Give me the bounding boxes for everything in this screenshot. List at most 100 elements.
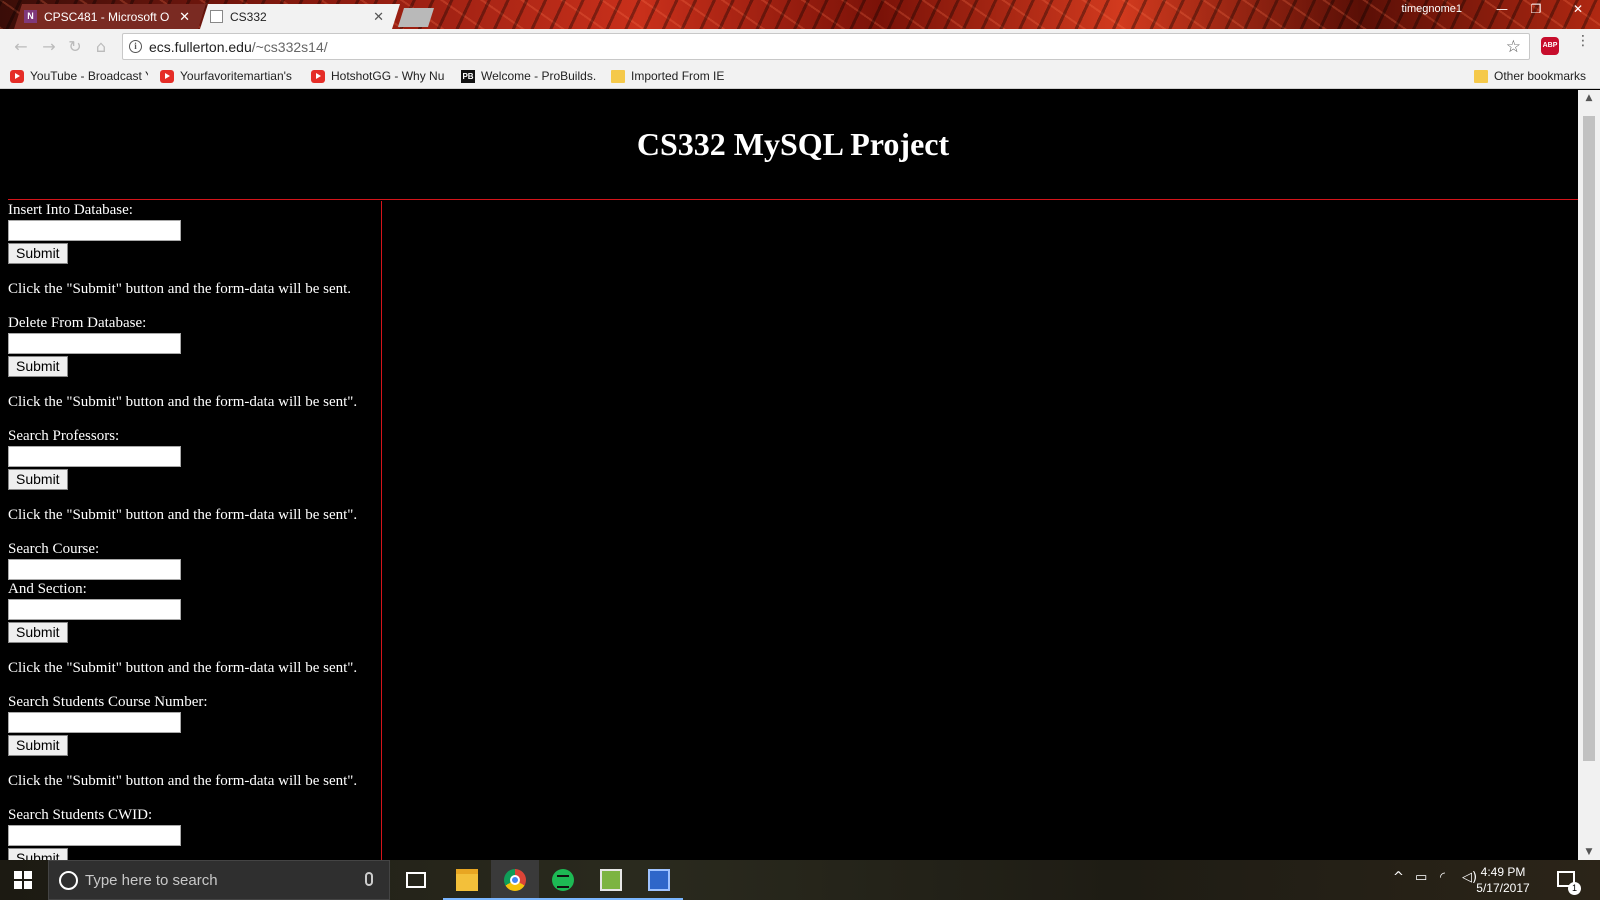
scroll-down-icon[interactable]: ▼ [1578,844,1600,860]
taskbar-chrome[interactable] [491,860,539,900]
bookmark-hotshotgg[interactable]: HotshotGG - Why Nu [311,69,447,85]
menu-icon[interactable]: ⋮ [1576,34,1590,54]
insert-note: Click the "Submit" button and the form-d… [8,281,352,297]
bookmark-label: Yourfavoritemartian's [180,69,292,83]
tab-label: CPSC481 - Microsoft O [44,10,170,24]
url-text[interactable]: ecs.fullerton.edu/~cs332s14/ [149,39,328,55]
taskbar-file-explorer[interactable] [443,860,491,900]
bookmark-label: HotshotGG - Why Nu [331,69,445,83]
cortana-icon [59,871,78,890]
address-bar[interactable]: i ecs.fullerton.edu/~cs332s14/ ☆ [122,33,1530,60]
tab-onenote[interactable]: N CPSC481 - Microsoft O ✕ [14,4,206,29]
search-course-input[interactable] [8,559,181,580]
search-professors-input[interactable] [8,446,181,467]
taskbar-notepad[interactable] [587,860,635,900]
search-professors-submit-button[interactable]: Submit [8,469,68,490]
youtube-icon [10,70,24,83]
delete-form: Delete From Database: Submit Click the "… [8,314,381,411]
bookmark-imported-from-ie[interactable]: Imported From IE [611,69,741,85]
folder-icon [611,70,625,83]
section-input[interactable] [8,599,181,620]
search-professors-label: Search Professors: [8,428,120,444]
close-icon[interactable]: ✕ [179,9,190,25]
onenote-icon: N [24,10,37,23]
insert-input[interactable] [8,220,181,241]
windows-start-icon[interactable] [14,871,32,889]
taskbar-spotify[interactable] [539,860,587,900]
scroll-up-icon[interactable]: ▲ [1578,90,1600,106]
bookmark-label: Other bookmarks [1494,69,1587,83]
search-course-note: Click the "Submit" button and the form-d… [8,660,358,676]
delete-input[interactable] [8,333,181,354]
browser-toolbar: ← → ↻ ⌂ i ecs.fullerton.edu/~cs332s14/ ☆… [0,29,1600,65]
bookmark-probuilds[interactable]: PB Welcome - ProBuilds. [461,69,597,85]
microphone-icon[interactable] [365,872,373,886]
bookmarks-bar: YouTube - Broadcast Y Yourfavoritemartia… [0,65,1600,89]
taskbar-network-app[interactable] [635,860,683,900]
other-bookmarks[interactable]: Other bookmarks [1474,69,1594,85]
forms-sidebar: Insert Into Database: Submit Click the "… [8,201,382,860]
tab-label: CS332 [230,10,267,24]
search-course-label: Search Course: [8,541,100,557]
new-tab-button[interactable] [398,8,434,27]
document-icon [210,10,223,23]
scrollbar-thumb[interactable] [1583,116,1595,761]
section-label: And Section: [8,581,87,597]
forward-arrow-icon[interactable]: → [40,38,58,56]
spotify-icon [552,869,574,891]
bookmark-yourfavoritemartian[interactable]: Yourfavoritemartian's [160,69,294,85]
bookmark-label: Imported From IE [631,69,725,83]
close-icon[interactable]: ✕ [373,9,384,25]
course-number-submit-button[interactable]: Submit [8,735,68,756]
search-professors-note: Click the "Submit" button and the form-d… [8,507,358,523]
minimize-icon[interactable]: — [1484,0,1520,20]
probuilds-icon: PB [461,70,475,83]
profile-name[interactable]: timegnome1 [1401,3,1462,15]
bookmark-youtube-broadcast[interactable]: YouTube - Broadcast Y [10,69,148,85]
cwid-input[interactable] [8,825,181,846]
url-path: /~cs332s14/ [251,39,328,55]
network-icon [648,869,670,891]
info-icon[interactable]: i [129,40,142,53]
maximize-icon[interactable]: ❐ [1518,0,1554,20]
browser-title-bar: N CPSC481 - Microsoft O ✕ CS332 ✕ timegn… [0,0,1600,29]
insert-submit-button[interactable]: Submit [8,243,68,264]
bookmark-star-icon[interactable]: ☆ [1506,37,1521,57]
wifi-icon[interactable]: ◜ [1440,870,1445,885]
windows-taskbar: Type here to search ^ ▭ ◜ ◁) 4:49 PM 5/1… [0,860,1600,900]
clock-time: 4:49 PM [1480,865,1526,879]
chevron-up-icon[interactable]: ^ [1393,870,1404,885]
adblock-icon[interactable]: ABP [1541,37,1559,55]
search-course-number-form: Search Students Course Number: Submit Cl… [8,693,381,790]
search-course-form: Search Course: And Section: Submit Click… [8,540,381,677]
course-number-label: Search Students Course Number: [8,694,208,710]
delete-submit-button[interactable]: Submit [8,356,68,377]
reload-icon[interactable]: ↻ [66,38,84,56]
url-host: ecs.fullerton.edu [149,39,252,55]
taskbar-search-box[interactable]: Type here to search [48,860,390,900]
battery-icon[interactable]: ▭ [1415,870,1427,885]
youtube-icon [311,70,325,83]
course-number-input[interactable] [8,712,181,733]
cwid-label: Search Students CWID: [8,807,153,823]
bookmark-label: Welcome - ProBuilds. [481,69,597,83]
page-header: CS332 MySQL Project [8,90,1578,200]
taskbar-clock[interactable]: 4:49 PM 5/17/2017 [1468,864,1538,896]
delete-note: Click the "Submit" button and the form-d… [8,394,358,410]
tab-cs332[interactable]: CS332 ✕ [200,4,400,29]
back-arrow-icon[interactable]: ← [12,38,30,56]
task-view-icon[interactable] [406,872,426,888]
notification-badge: 1 [1568,882,1581,895]
home-icon[interactable]: ⌂ [92,38,110,56]
vertical-scrollbar[interactable]: ▲ ▼ [1578,90,1600,860]
cwid-submit-button[interactable]: Submit [8,848,68,860]
chrome-icon [504,869,526,891]
search-placeholder: Type here to search [85,872,218,889]
youtube-icon [160,70,174,83]
search-cwid-form: Search Students CWID: Submit [8,806,381,860]
search-course-submit-button[interactable]: Submit [8,622,68,643]
folder-icon [1474,70,1488,83]
search-professors-form: Search Professors: Submit Click the "Sub… [8,427,381,524]
window-close-icon[interactable]: ✕ [1560,0,1596,20]
page-content: CS332 MySQL Project Insert Into Database… [8,90,1578,860]
